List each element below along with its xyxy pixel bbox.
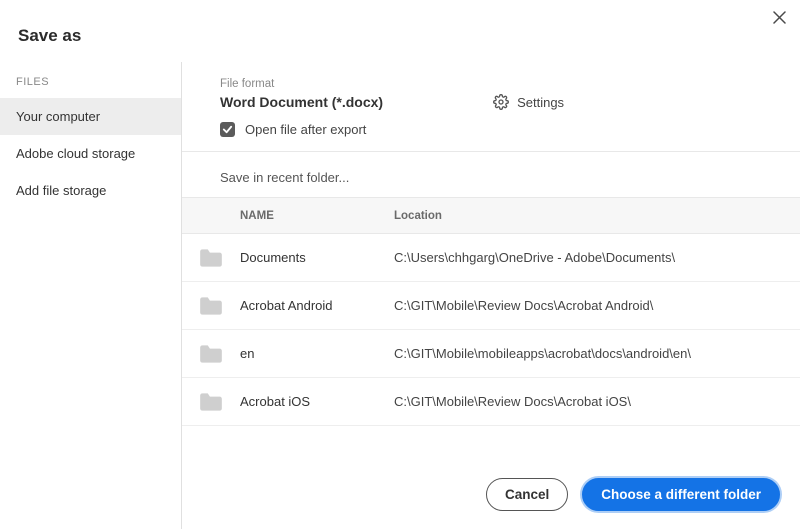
- gear-icon: [493, 94, 509, 110]
- folder-icon: [182, 247, 240, 269]
- table-row[interactable]: Documents C:\Users\chhgarg\OneDrive - Ad…: [182, 234, 800, 282]
- sidebar-heading: FILES: [0, 70, 181, 98]
- column-name-header[interactable]: NAME: [240, 210, 394, 222]
- file-format-section: File format Word Document (*.docx) Setti…: [182, 62, 800, 152]
- table-row[interactable]: Acrobat Android C:\GIT\Mobile\Review Doc…: [182, 282, 800, 330]
- sidebar: FILES Your computer Adobe cloud storage …: [0, 62, 182, 529]
- recent-folders-table: NAME Location Documents C:\Users\chhgarg…: [182, 197, 800, 426]
- folder-icon: [182, 343, 240, 365]
- recent-folders-label: Save in recent folder...: [182, 160, 800, 197]
- dialog-body: FILES Your computer Adobe cloud storage …: [0, 62, 800, 529]
- row-name: Acrobat iOS: [240, 394, 394, 409]
- dialog-title: Save as: [0, 0, 800, 62]
- row-location: C:\GIT\Mobile\mobileapps\acrobat\docs\an…: [394, 346, 800, 361]
- sidebar-item-label: Adobe cloud storage: [16, 146, 135, 161]
- file-format-label: File format: [220, 78, 776, 90]
- row-location: C:\GIT\Mobile\Review Docs\Acrobat iOS\: [394, 394, 800, 409]
- folder-icon: [182, 391, 240, 413]
- column-location-header[interactable]: Location: [394, 210, 800, 222]
- sidebar-item-your-computer[interactable]: Your computer: [0, 98, 181, 135]
- sidebar-item-cloud-storage[interactable]: Adobe cloud storage: [0, 135, 181, 172]
- main-panel: File format Word Document (*.docx) Setti…: [182, 62, 800, 529]
- file-format-value[interactable]: Word Document (*.docx): [220, 94, 383, 110]
- save-as-dialog: Save as FILES Your computer Adobe cloud …: [0, 0, 800, 529]
- row-location: C:\GIT\Mobile\Review Docs\Acrobat Androi…: [394, 298, 800, 313]
- open-after-export-row[interactable]: Open file after export: [220, 122, 776, 137]
- close-button[interactable]: [768, 6, 790, 28]
- close-icon: [773, 11, 786, 24]
- table-row[interactable]: Acrobat iOS C:\GIT\Mobile\Review Docs\Ac…: [182, 378, 800, 426]
- sidebar-item-label: Add file storage: [16, 183, 106, 198]
- folder-icon: [182, 295, 240, 317]
- table-row[interactable]: en C:\GIT\Mobile\mobileapps\acrobat\docs…: [182, 330, 800, 378]
- row-location: C:\Users\chhgarg\OneDrive - Adobe\Docume…: [394, 250, 800, 265]
- settings-button[interactable]: Settings: [493, 94, 564, 110]
- table-header: NAME Location: [182, 198, 800, 234]
- row-name: Documents: [240, 250, 394, 265]
- choose-folder-button[interactable]: Choose a different folder: [582, 478, 780, 511]
- dialog-footer: Cancel Choose a different folder: [182, 462, 800, 529]
- recent-folders-section: Save in recent folder... NAME Location D…: [182, 152, 800, 462]
- row-name: en: [240, 346, 394, 361]
- sidebar-item-label: Your computer: [16, 109, 100, 124]
- checkbox-checked-icon[interactable]: [220, 122, 235, 137]
- settings-label: Settings: [517, 95, 564, 110]
- open-after-export-label: Open file after export: [245, 122, 366, 137]
- sidebar-item-add-storage[interactable]: Add file storage: [0, 172, 181, 209]
- row-name: Acrobat Android: [240, 298, 394, 313]
- cancel-button[interactable]: Cancel: [486, 478, 568, 511]
